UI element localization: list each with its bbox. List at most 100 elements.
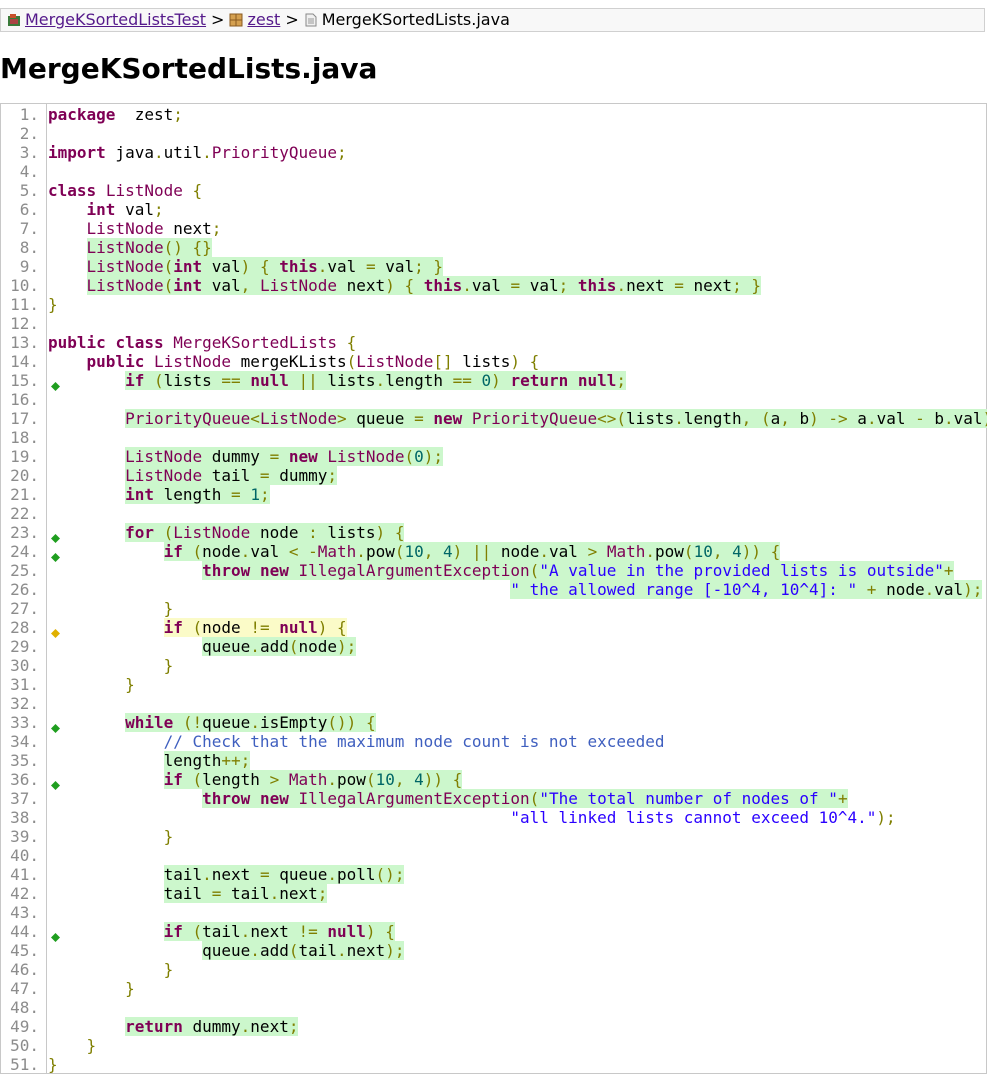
code-text: ListNode(int val, ListNode next) { this.… [86,276,761,295]
code-text: while (!queue.isEmpty()) { [125,713,376,732]
code-text: " the allowed range [-10^4, 10^4]: " + n… [510,580,983,599]
code-line: 41. tail.next = queue.poll(); [1,865,986,884]
code-text: "all linked lists cannot exceed 10^4."); [510,808,896,827]
breadcrumb: MergeKSortedListsTest > zest > MergeKSorte… [0,8,985,32]
code-text: ListNode(int val) { this.val = val; } [86,257,444,276]
code-text: queue.add(tail.next); [202,941,405,960]
code-text: } [163,599,174,618]
line-number: 44. [10,922,39,941]
branch-covered-icon [51,376,60,391]
code-line: 28. if (node != null) { [1,618,986,638]
branch-covered-icon [51,547,60,562]
line-number: 13. [10,333,39,352]
line-number: 6. [19,200,39,219]
line-number: 50. [10,1036,39,1055]
line-number: 43. [10,903,39,922]
code-text: tail = tail.next; [163,884,328,903]
line-number: 35. [10,751,39,770]
line-number: 16. [10,390,39,409]
code-text: package zest; [48,105,183,124]
branch-covered-icon [51,528,60,543]
code-text: for (ListNode node : lists) { [125,523,405,542]
code-line: 49. return dummy.next; [1,1017,986,1036]
line-number: 4. [19,162,39,181]
code-text: } [163,656,174,675]
code-text: if (lists == null || lists.length == 0) … [125,371,627,390]
code-text: ListNode dummy = new ListNode(0); [125,447,443,466]
line-number: 40. [10,846,39,865]
code-line: 47. } [1,979,986,998]
line-number: 32. [10,694,39,713]
breadcrumb-file: MergeKSortedLists.java [321,10,510,29]
code-line: 16. [1,390,986,409]
line-number: 25. [10,561,39,580]
line-number: 31. [10,675,39,694]
code-line: 3. import java.util.PriorityQueue; [1,143,986,162]
code-line: 43. [1,903,986,922]
code-line: 51.} [1,1055,986,1074]
code-line: 6. int val; [1,200,986,219]
code-text: if (node.val < -Math.pow(10, 4) || node.… [163,542,781,561]
line-number: 28. [10,618,39,637]
line-number: 37. [10,789,39,808]
code-line: 44. if (tail.next != null) { [1,922,986,942]
line-number: 34. [10,732,39,751]
line-number: 49. [10,1017,39,1036]
breadcrumb-package-link[interactable]: zest [247,10,280,29]
code-text: import java.util.PriorityQueue; [48,143,347,162]
package-icon [229,11,243,27]
line-number: 47. [10,979,39,998]
code-text: } [48,1055,58,1074]
line-number: 2. [19,124,39,143]
breadcrumb-separator: > [211,10,225,29]
code-text: } [163,827,174,846]
source-code-view: 1. package zest; 2. 3. import java.util.Prio… [0,103,987,1074]
branch-covered-icon [51,927,60,942]
line-number: 5. [19,181,39,200]
code-text: // Check that the maximum node count is … [163,732,665,751]
code-text: throw new IllegalArgumentException("A va… [202,561,954,580]
code-text: if (length > Math.pow(10, 4)) { [163,770,463,789]
line-number: 23. [10,523,39,542]
breadcrumb-project-link[interactable]: MergeKSortedListsTest [25,10,206,29]
line-number: 20. [10,466,39,485]
line-number: 21. [10,485,39,504]
branch-covered-icon [51,718,60,733]
line-number: 1. [19,105,39,124]
code-line: 33. while (!queue.isEmpty()) { [1,713,986,733]
code-line: 48. [1,998,986,1017]
line-number: 36. [10,770,39,789]
code-line: 11.} [1,295,986,314]
code-line: 18. [1,428,986,447]
line-number: 12. [10,314,39,333]
code-line: 20. ListNode tail = dummy; [1,466,986,485]
code-line: 17. PriorityQueue<ListNode> queue = new … [1,409,987,428]
code-text: } [125,675,135,694]
line-number: 3. [19,143,39,162]
code-text: int val; [86,200,164,219]
line-number: 45. [10,941,39,960]
line-number: 18. [10,428,39,447]
code-line: 7. ListNode next; [1,219,986,238]
line-number: 41. [10,865,39,884]
code-line: 22. [1,504,986,523]
line-number: 10. [10,276,39,295]
code-line: 10. ListNode(int val, ListNode next) { t… [1,276,986,295]
line-number: 17. [10,409,39,428]
code-line: 2. [1,124,986,143]
code-text: } [125,979,135,998]
code-text: throw new IllegalArgumentException("The … [202,789,848,808]
code-text: if (node != null) { [163,618,347,637]
code-line: 13. public class MergeKSortedLists { [1,333,986,352]
code-line: 46. } [1,960,986,979]
code-text: return dummy.next; [125,1017,299,1036]
code-line: 24. if (node.val < -Math.pow(10, 4) || n… [1,542,986,562]
line-number: 14. [10,352,39,371]
line-number: 27. [10,599,39,618]
code-line: 25. throw new IllegalArgumentException("… [1,561,986,580]
code-line: 27. } [1,599,986,618]
code-line: 36. if (length > Math.pow(10, 4)) { [1,770,986,790]
line-number: 22. [10,504,39,523]
code-line: 31. } [1,675,986,694]
line-number: 24. [10,542,39,561]
